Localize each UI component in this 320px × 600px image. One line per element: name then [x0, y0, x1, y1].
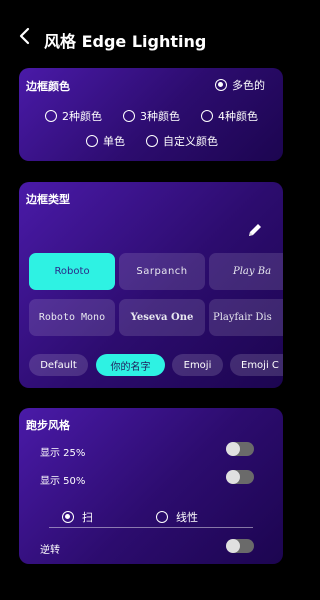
chip-emoji-c[interactable]: Emoji C [230, 354, 283, 376]
show-50-label: 显示 50% [40, 476, 86, 487]
radio-single-color[interactable]: 单色 [86, 133, 125, 149]
radio-label: 3种颜色 [140, 110, 180, 123]
font-option-label: Roboto Mono [38, 312, 106, 323]
font-option-label: Roboto [54, 266, 90, 277]
radio-3-colors[interactable]: 3种颜色 [123, 108, 180, 124]
app-header: 风格 Edge Lighting [0, 0, 300, 64]
show-25-toggle[interactable] [226, 442, 254, 456]
divider [49, 527, 253, 528]
chip-emoji[interactable]: Emoji [172, 354, 223, 376]
back-arrow-icon[interactable] [18, 27, 32, 45]
radio-2-colors[interactable]: 2种颜色 [45, 108, 102, 124]
radio-multicolor[interactable]: 多色的 [215, 77, 265, 93]
radio-label: 单色 [103, 135, 125, 148]
font-option-label: Sarpanch [136, 266, 188, 277]
radio-label: 自定义颜色 [163, 135, 218, 148]
font-option-label: Playfair Dis [213, 312, 272, 323]
show-25-label: 显示 25% [40, 448, 86, 459]
border-color-card: 边框颜色 多色的 2种颜色 3种颜色 4种颜色 单色 自定义颜色 [19, 68, 283, 161]
chip-your-name[interactable]: 你的名字 [96, 354, 165, 376]
radio-label: 扫 [82, 511, 93, 524]
page-title: 风格 Edge Lighting [44, 32, 207, 51]
radio-dot-icon [156, 511, 168, 523]
edit-pencil-icon[interactable] [247, 222, 263, 238]
radio-linear[interactable]: 线性 [156, 509, 198, 525]
chip-label: Emoji [183, 359, 212, 371]
show-50-toggle[interactable] [226, 470, 254, 484]
running-style-card: 跑步风格 显示 25% 显示 50% 扫 线性 逆转 [19, 408, 283, 564]
radio-label: 多色的 [232, 79, 265, 92]
font-option-play-ball[interactable]: Play Ba [209, 253, 283, 290]
radio-label: 2种颜色 [62, 110, 102, 123]
radio-dot-icon [215, 79, 227, 91]
font-option-yeseva-one[interactable]: Yeseva One [119, 299, 205, 336]
radio-dot-icon [123, 110, 135, 122]
running-style-title: 跑步风格 [26, 419, 70, 432]
radio-label: 线性 [176, 511, 198, 524]
chip-label: Emoji C [241, 359, 279, 371]
radio-4-colors[interactable]: 4种颜色 [201, 108, 258, 124]
font-option-sarpanch[interactable]: Sarpanch [119, 253, 205, 290]
radio-label: 4种颜色 [218, 110, 258, 123]
chip-default[interactable]: Default [29, 354, 88, 376]
radio-dot-icon [201, 110, 213, 122]
border-color-title: 边框颜色 [26, 80, 70, 93]
radio-dot-icon [45, 110, 57, 122]
radio-scan[interactable]: 扫 [62, 509, 93, 525]
font-option-roboto[interactable]: Roboto [29, 253, 115, 290]
font-option-playfair-display[interactable]: Playfair Dis [209, 299, 283, 336]
border-type-title: 边框类型 [26, 193, 70, 206]
radio-dot-icon [86, 135, 98, 147]
radio-dot-icon [146, 135, 158, 147]
chip-label: 你的名字 [110, 361, 151, 373]
radio-custom-color[interactable]: 自定义颜色 [146, 133, 218, 149]
font-option-roboto-mono[interactable]: Roboto Mono [29, 299, 115, 336]
font-option-label: Yeseva One [130, 312, 194, 323]
border-type-card: 边框类型 Roboto Sarpanch Play Ba Roboto Mono… [19, 182, 283, 388]
chip-label: Default [40, 359, 77, 371]
font-option-label: Play Ba [233, 266, 272, 277]
radio-dot-icon [62, 511, 74, 523]
reverse-label: 逆转 [40, 545, 60, 556]
reverse-toggle[interactable] [226, 539, 254, 553]
